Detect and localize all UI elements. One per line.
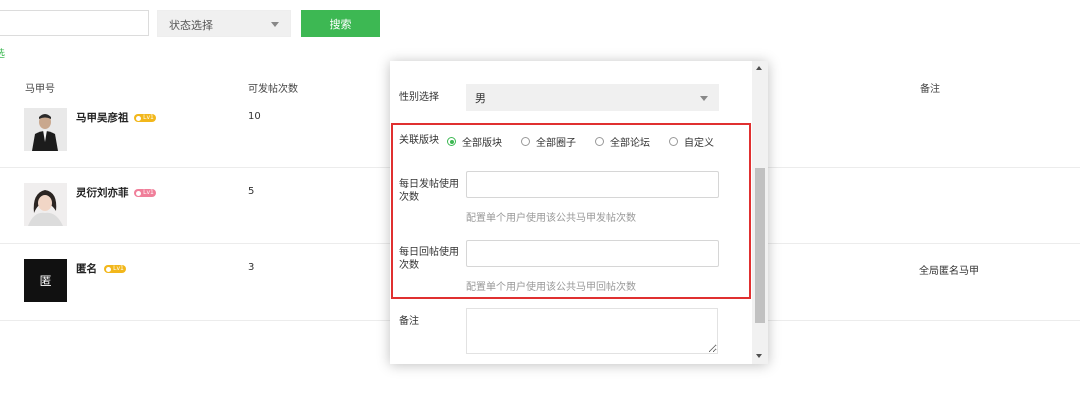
radio-icon[interactable] <box>669 137 678 146</box>
level-badge-text: Lv1 <box>113 265 124 272</box>
chevron-down-icon <box>271 22 279 27</box>
user-photo-icon <box>24 183 67 226</box>
status-select[interactable]: 状态选择 <box>157 10 291 37</box>
user-photo-icon <box>24 108 67 151</box>
radio-all-circles[interactable]: 全部圈子 <box>521 134 576 149</box>
search-input[interactable] <box>0 10 149 36</box>
status-select-value: 状态选择 <box>169 19 213 32</box>
scroll-down-arrow-icon[interactable] <box>756 354 762 358</box>
level-badge-text: Lv1 <box>143 189 154 196</box>
post-count: 3 <box>248 262 255 273</box>
post-count: 10 <box>248 111 261 122</box>
avatar <box>24 108 67 151</box>
gender-select[interactable]: 男 <box>466 84 719 111</box>
level-badge: Lv1 <box>134 189 156 197</box>
radio-all-forums[interactable]: 全部论坛 <box>595 134 650 149</box>
scroll-thumb[interactable] <box>755 168 765 323</box>
level-badge-text: Lv1 <box>143 114 154 121</box>
radio-label: 全部圈子 <box>536 138 576 149</box>
radio-all-boards[interactable]: 全部版块 <box>447 134 502 149</box>
radio-icon[interactable] <box>595 137 604 146</box>
account-name[interactable]: 匿名 <box>76 261 97 276</box>
radio-selected-icon[interactable] <box>447 137 456 146</box>
column-header-account: 马甲号 <box>25 84 55 95</box>
daily-reply-label: 每日回帖使用次数 <box>399 247 459 271</box>
column-header-remark: 备注 <box>920 84 940 95</box>
remark-cell: 全局匿名马甲 <box>919 266 979 277</box>
remark-label: 备注 <box>399 316 419 327</box>
daily-post-label: 每日发帖使用次数 <box>399 179 459 203</box>
search-button[interactable]: 搜索 <box>301 10 380 37</box>
radio-label: 自定义 <box>684 138 714 149</box>
account-config-dialog: 性别选择 男 关联版块 全部版块 全部圈子 全部论坛 自定义 每日发帖使用次数 … <box>390 61 768 364</box>
avatar <box>24 183 67 226</box>
radio-label: 全部版块 <box>462 138 502 149</box>
account-name[interactable]: 灵衍刘亦菲 <box>76 185 129 200</box>
dialog-scrollbar[interactable] <box>752 61 768 364</box>
level-badge: Lv1 <box>104 265 126 273</box>
daily-reply-hint: 配置单个用户使用该公共马甲回帖次数 <box>466 282 636 293</box>
board-label: 关联版块 <box>399 135 439 146</box>
filter-link[interactable]: 选 <box>0 45 5 60</box>
avatar: 匿 <box>24 259 67 302</box>
column-header-post-count: 可发帖次数 <box>248 84 298 95</box>
daily-reply-input[interactable] <box>466 240 719 267</box>
remark-textarea[interactable] <box>466 308 718 354</box>
level-badge: Lv1 <box>134 114 156 122</box>
radio-icon[interactable] <box>521 137 530 146</box>
scroll-up-arrow-icon[interactable] <box>756 66 762 70</box>
radio-custom[interactable]: 自定义 <box>669 134 714 149</box>
daily-post-input[interactable] <box>466 171 719 198</box>
gender-label: 性别选择 <box>399 92 439 103</box>
daily-post-hint: 配置单个用户使用该公共马甲发帖次数 <box>466 213 636 224</box>
gender-select-value: 男 <box>475 92 486 105</box>
post-count: 5 <box>248 186 255 197</box>
account-name[interactable]: 马甲吴彦祖 <box>76 110 129 125</box>
radio-label: 全部论坛 <box>610 138 650 149</box>
chevron-down-icon <box>700 96 708 101</box>
